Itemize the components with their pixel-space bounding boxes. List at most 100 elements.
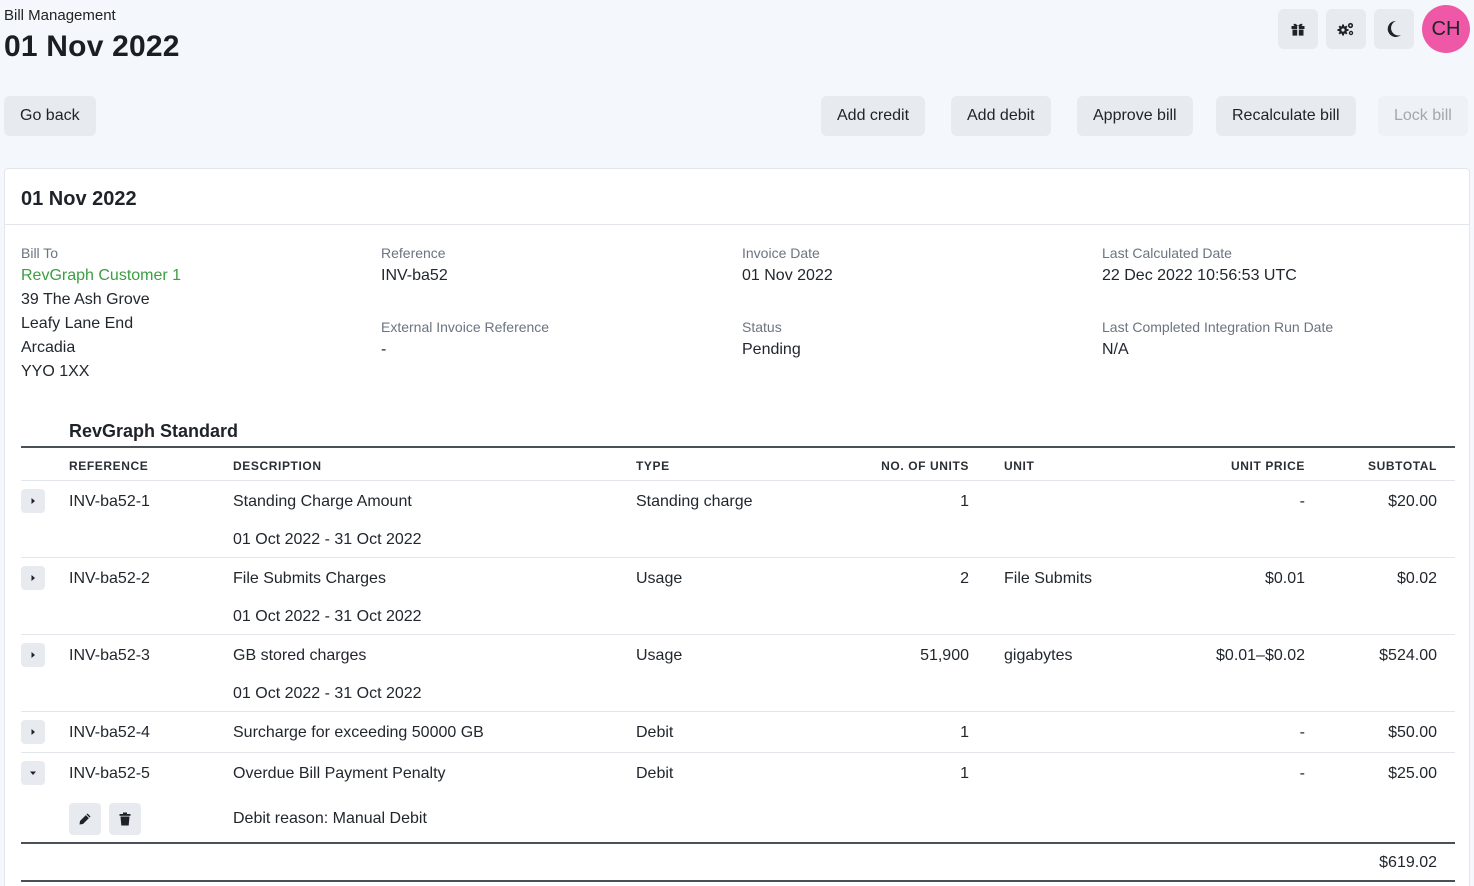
row-divider: [21, 711, 1455, 712]
row-type: Usage: [636, 647, 683, 664]
row-subtotal: $50.00: [1388, 724, 1437, 741]
address-line: Arcadia: [21, 339, 76, 356]
caret-right-icon: [31, 575, 35, 581]
last-calculated-section: Last Calculated Date 22 Dec 2022 10:56:5…: [1102, 245, 1333, 362]
col-header-type: TYPE: [636, 459, 670, 473]
status-label: Status: [742, 319, 782, 335]
row-type: Debit: [636, 724, 674, 741]
caret-right-icon: [31, 652, 35, 658]
expand-row-button[interactable]: [21, 720, 45, 744]
row-description: Surcharge for exceeding 50000 GB: [233, 724, 484, 741]
row-reference: INV-ba52-5: [69, 765, 150, 782]
gift-button[interactable]: [1278, 9, 1318, 49]
row-description: Overdue Bill Payment Penalty: [233, 765, 446, 782]
bill-card: 01 Nov 2022 Bill To RevGraph Customer 1 …: [4, 168, 1470, 886]
address-line: 39 The Ash Grove: [21, 291, 150, 308]
col-header-reference: REFERENCE: [69, 459, 149, 473]
external-ref-value: -: [381, 341, 387, 358]
expand-row-button[interactable]: [21, 643, 45, 667]
row-type: Debit: [636, 765, 674, 782]
lock-bill-button[interactable]: Lock bill: [1378, 96, 1468, 136]
row-description-link[interactable]: File Submits Charges: [233, 570, 386, 588]
dark-mode-toggle[interactable]: [1374, 9, 1414, 49]
row-unit-price: -: [1299, 724, 1305, 741]
delete-debit-button[interactable]: [109, 803, 141, 835]
row-reference: INV-ba52-3: [69, 647, 150, 664]
row-reference: INV-ba52-2: [69, 570, 150, 587]
col-header-units: NO. OF UNITS: [881, 459, 969, 473]
row-description-link[interactable]: GB stored charges: [233, 647, 366, 665]
row-subtotal: $0.02: [1396, 570, 1437, 587]
add-credit-button[interactable]: Add credit: [821, 96, 926, 136]
row-units: 2: [960, 570, 969, 587]
row-subtotal: $20.00: [1388, 493, 1437, 510]
product-section-title: RevGraph Standard: [69, 421, 239, 441]
go-back-button[interactable]: Go back: [4, 96, 96, 136]
row-reference: INV-ba52-1: [69, 493, 150, 510]
expand-row-button[interactable]: [21, 566, 45, 590]
address-line: YYO 1XX: [21, 363, 90, 380]
address-line: Leafy Lane End: [21, 315, 134, 332]
bottom-rule: [21, 880, 1455, 882]
row-unit: gigabytes: [1004, 647, 1073, 664]
row-unit: File Submits: [1004, 570, 1093, 587]
col-header-unit-price: UNIT PRICE: [1230, 459, 1305, 473]
edit-debit-button[interactable]: [69, 803, 101, 835]
row-type: Standing charge: [636, 493, 753, 510]
caret-down-icon: [30, 771, 36, 775]
row-subtotal: $25.00: [1388, 765, 1437, 782]
reference-value: INV-ba52: [381, 267, 448, 284]
reference-section: Reference INV-ba52 External Invoice Refe…: [381, 245, 549, 362]
trash-icon: [119, 812, 131, 826]
approve-bill-button[interactable]: Approve bill: [1077, 96, 1193, 136]
row-units: 1: [960, 724, 969, 741]
row-period: 01 Oct 2022 - 31 Oct 2022: [233, 531, 422, 548]
settings-button[interactable]: [1326, 9, 1366, 49]
row-reference: INV-ba52-4: [69, 724, 150, 741]
caret-right-icon: [31, 729, 35, 735]
bill-total: $619.02: [1379, 854, 1437, 871]
row-unit-price: $0.01–$0.02: [1216, 647, 1305, 664]
last-integration-label: Last Completed Integration Run Date: [1102, 319, 1334, 335]
row-period: 01 Oct 2022 - 31 Oct 2022: [233, 608, 422, 625]
row-period: 01 Oct 2022 - 31 Oct 2022: [233, 685, 422, 702]
customer-link[interactable]: RevGraph Customer 1: [21, 264, 181, 288]
reference-label: Reference: [381, 245, 446, 261]
expand-row-button[interactable]: [21, 489, 45, 513]
row-divider: [21, 634, 1455, 635]
row-unit-price: -: [1299, 765, 1305, 782]
moon-icon: [1387, 20, 1401, 37]
col-header-subtotal: SUBTOTAL: [1367, 459, 1437, 473]
col-header-description: DESCRIPTION: [233, 459, 322, 473]
row-divider: [21, 557, 1455, 558]
row-description-link[interactable]: Standing Charge Amount: [233, 493, 412, 511]
table-top-rule: [21, 446, 1455, 448]
pencil-icon: [79, 813, 91, 825]
bill-to-section: Bill To RevGraph Customer 1 39 The Ash G…: [21, 245, 181, 384]
bill-card-title: 01 Nov 2022: [21, 188, 137, 210]
avatar[interactable]: CH: [1422, 5, 1470, 53]
external-ref-label: External Invoice Reference: [381, 319, 550, 335]
add-debit-button[interactable]: Add debit: [951, 96, 1051, 136]
page-title: 01 Nov 2022: [4, 30, 180, 63]
divider: [5, 224, 1469, 225]
header-rule: [21, 480, 1455, 481]
gift-icon: [1291, 23, 1305, 36]
last-calculated-value: 22 Dec 2022 10:56:53 UTC: [1102, 267, 1297, 284]
recalculate-bill-button[interactable]: Recalculate bill: [1216, 96, 1356, 136]
debit-reason: Debit reason: Manual Debit: [233, 810, 427, 827]
collapse-row-button[interactable]: [21, 761, 45, 785]
invoice-date-value: 01 Nov 2022: [742, 267, 833, 284]
top-toolbar: CH: [1278, 5, 1470, 53]
row-units: 1: [960, 765, 969, 782]
status-value: Pending: [742, 341, 801, 358]
cogs-icon: [1337, 22, 1354, 36]
row-unit-price: $0.01: [1264, 570, 1305, 587]
row-units: 51,900: [920, 647, 969, 664]
row-units: 1: [960, 493, 969, 510]
row-subtotal: $524.00: [1379, 647, 1437, 664]
total-rule: [21, 842, 1455, 844]
invoice-date-label: Invoice Date: [742, 245, 820, 261]
bill-to-label: Bill To: [21, 245, 59, 261]
last-calculated-label: Last Calculated Date: [1102, 245, 1232, 261]
